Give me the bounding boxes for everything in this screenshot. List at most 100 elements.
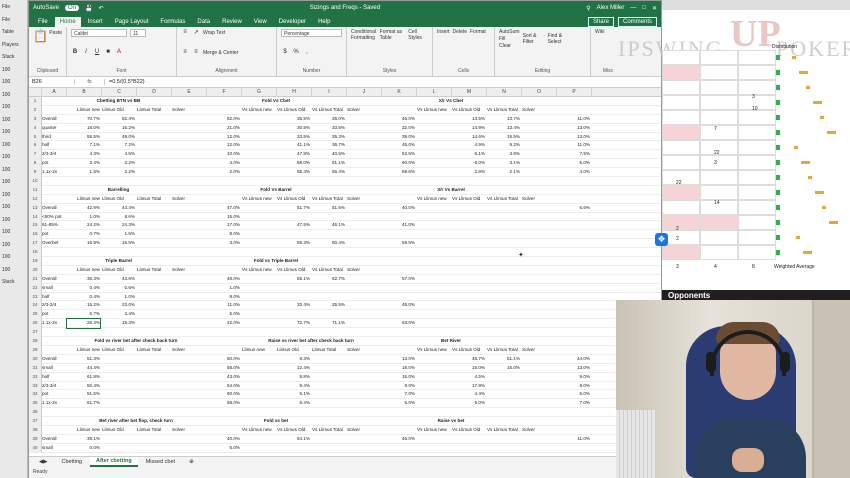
- grid-cell[interactable]: third: [42, 133, 65, 142]
- grid-cell[interactable]: Llimus Total: [137, 426, 170, 435]
- grid-cell[interactable]: 55.4%: [312, 168, 345, 177]
- grid-cell[interactable]: 40.5%: [312, 150, 345, 159]
- tab-review[interactable]: Review: [217, 17, 247, 27]
- grid-cell[interactable]: 62.0%: [207, 115, 240, 124]
- grid-cell[interactable]: Solver: [347, 426, 380, 435]
- grid-cell[interactable]: 5.0%: [557, 390, 590, 399]
- grid-cell[interactable]: 40.0%: [382, 204, 415, 213]
- grid-cell[interactable]: Vs Llimus new: [242, 106, 275, 115]
- grid-cell[interactable]: 59.3%: [277, 239, 310, 248]
- grid-cell[interactable]: 58.0%: [207, 364, 240, 373]
- grid-cell[interactable]: 43.6%: [102, 275, 135, 284]
- row-header[interactable]: 3: [29, 114, 42, 124]
- column-header[interactable]: K: [382, 88, 417, 97]
- row-header[interactable]: 38: [29, 425, 42, 435]
- grid-cell[interactable]: 55.4%: [277, 168, 310, 177]
- row-header[interactable]: 39: [29, 434, 42, 444]
- grid-cell[interactable]: Vs Llimus Total: [487, 195, 520, 204]
- column-header[interactable]: A: [42, 88, 67, 97]
- column-header[interactable]: G: [242, 88, 277, 97]
- grid-cell[interactable]: 61.8%: [67, 373, 100, 382]
- grid-cell[interactable]: 0.0%: [67, 444, 100, 453]
- select-all-corner[interactable]: [29, 88, 42, 97]
- cell-styles-button[interactable]: Cell Styles: [408, 29, 428, 41]
- grid-cell[interactable]: Llimus Old: [102, 346, 135, 355]
- grid-cell[interactable]: Fold vs bet: [242, 417, 310, 426]
- tab-insert[interactable]: Insert: [83, 17, 108, 27]
- grid-cell[interactable]: Cbetting BTN vs BB: [67, 97, 170, 106]
- grid-cell[interactable]: Vs Llimus Old: [277, 195, 310, 204]
- grid-cell[interactable]: 8.0%: [207, 293, 240, 302]
- grid-cell[interactable]: 2/3-3/4: [42, 301, 65, 310]
- grid-cell[interactable]: Vs Llimus Total: [312, 426, 345, 435]
- row-header[interactable]: 35: [29, 399, 42, 409]
- grid-cell[interactable]: Vs Llimus new: [242, 426, 275, 435]
- grid-cell[interactable]: 0.6%: [102, 284, 135, 293]
- grid-cell[interactable]: 5.0%: [452, 399, 485, 408]
- grid-cell[interactable]: 6.6%: [557, 204, 590, 213]
- autosave-toggle[interactable]: On: [65, 5, 80, 11]
- grid-cell[interactable]: 44.0%: [557, 355, 590, 364]
- row-header[interactable]: 10: [29, 177, 42, 186]
- bold-icon[interactable]: B: [71, 49, 79, 57]
- grid-cell[interactable]: Vs Llimus Old: [277, 426, 310, 435]
- grid-cell[interactable]: Llimus new: [67, 426, 100, 435]
- grid-cell[interactable]: 6.7%: [67, 310, 100, 319]
- grid-cell[interactable]: Overall: [42, 435, 65, 444]
- grid-cell[interactable]: pot: [42, 390, 65, 399]
- tab-data[interactable]: Data: [192, 17, 215, 27]
- column-header[interactable]: J: [347, 88, 382, 97]
- sort-filter-button[interactable]: Sort & Filter: [523, 33, 545, 45]
- grid-cell[interactable]: 51.7%: [277, 204, 310, 213]
- grid-cell[interactable]: 3.4%: [67, 159, 100, 168]
- grid-cell[interactable]: 6.1%: [277, 390, 310, 399]
- grid-cell[interactable]: 33.5%: [277, 133, 310, 142]
- grid-cell[interactable]: Overall: [42, 204, 65, 213]
- column-header[interactable]: O: [522, 88, 557, 97]
- grid-cell[interactable]: Fold vs Triple Barrel: [242, 257, 310, 266]
- grid-cell[interactable]: half: [42, 141, 65, 150]
- column-header[interactable]: N: [487, 88, 522, 97]
- grid-cell[interactable]: Bet River: [417, 337, 485, 346]
- grid-cell[interactable]: pot: [42, 230, 65, 239]
- grid-cell[interactable]: Solver: [347, 346, 380, 355]
- grid-cell[interactable]: 52.5%: [382, 150, 415, 159]
- grid-cell[interactable]: 41.1%: [277, 141, 310, 150]
- font-name-box[interactable]: Calibri: [71, 29, 127, 37]
- grid-cell[interactable]: X/r Vs Barrel: [417, 186, 485, 195]
- grid-cell[interactable]: Vs Llimus new: [417, 346, 450, 355]
- grid-cell[interactable]: 5.0%: [382, 399, 415, 408]
- row-header[interactable]: 11: [29, 185, 42, 195]
- grid-cell[interactable]: 58.0%: [277, 159, 310, 168]
- grid-cell[interactable]: 32.4%: [277, 301, 310, 310]
- grid-cell[interactable]: 18.0%: [67, 124, 100, 133]
- grid-cell[interactable]: Overall: [42, 275, 65, 284]
- grid-cell[interactable]: 82.4%: [102, 115, 135, 124]
- grid-cell[interactable]: 15.5%: [487, 133, 520, 142]
- grid-cell[interactable]: 15.0%: [207, 213, 240, 222]
- grid-cell[interactable]: Barrelling: [67, 186, 170, 195]
- grid-cell[interactable]: 13.4%: [487, 124, 520, 133]
- grid-cell[interactable]: Vs Llimus Total: [487, 346, 520, 355]
- grid-cell[interactable]: Vs Llimus Old: [452, 195, 485, 204]
- grid-cell[interactable]: Llimus new: [67, 346, 100, 355]
- grid-cell[interactable]: Vs Llimus new: [242, 266, 275, 275]
- grid-cell[interactable]: 4.5%: [102, 150, 135, 159]
- grid-cell[interactable]: 11.0%: [557, 141, 590, 150]
- sheet-tab-missed-cbet[interactable]: Missed cbet: [140, 458, 181, 466]
- grid-cell[interactable]: 3.0%: [207, 239, 240, 248]
- grid-cell[interactable]: Solver: [172, 346, 205, 355]
- row-header[interactable]: 5: [29, 132, 42, 142]
- grid-cell[interactable]: 11.0%: [557, 115, 590, 124]
- row-header[interactable]: 4: [29, 123, 42, 133]
- align-top-icon[interactable]: ≡: [181, 29, 189, 37]
- grid-cell[interactable]: 4.9%: [452, 141, 485, 150]
- font-size-box[interactable]: 11: [130, 29, 146, 37]
- grid-cell[interactable]: Llimus new: [242, 346, 275, 355]
- grid-cell[interactable]: 1.0%: [102, 293, 135, 302]
- grid-cell[interactable]: 3.8%: [487, 150, 520, 159]
- find-select-button[interactable]: Find & Select: [548, 33, 570, 45]
- grid-cell[interactable]: 47.0%: [207, 204, 240, 213]
- grid-cell[interactable]: Llimus Old: [102, 195, 135, 204]
- grid-cell[interactable]: Llimus Total: [137, 195, 170, 204]
